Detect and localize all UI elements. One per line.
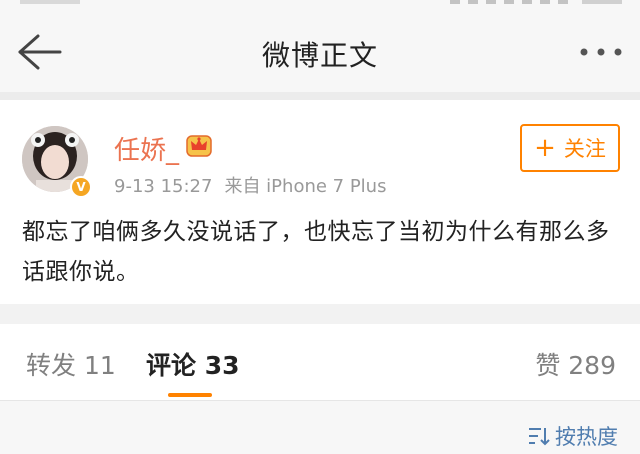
post-text: 都忘了咱俩多久没说话了，也快忘了当初为什么有那么多话跟你说。 [22, 219, 610, 285]
tab-comment[interactable]: 评论 33 [146, 346, 240, 382]
sort-icon [529, 428, 550, 446]
follow-label: 关注 [563, 137, 606, 161]
tab-comment-count: 33 [204, 351, 240, 380]
username[interactable]: 任娇_ [114, 130, 179, 167]
tab-like[interactable]: 赞 289 [535, 346, 616, 382]
sort-button[interactable]: 按热度 [527, 421, 618, 451]
sort-label: 按热度 [555, 425, 618, 449]
tab-repost-count: 11 [83, 351, 116, 380]
more-dots-icon [580, 48, 622, 56]
post-source: 来自 iPhone 7 Plus [224, 176, 387, 197]
page-title: 微博正文 [261, 39, 378, 72]
tab-comment-label: 评论 [146, 351, 197, 380]
nav-bar: 微博正文 [0, 10, 640, 92]
post-timestamp: 9-13 15:27 [114, 176, 213, 197]
follow-button[interactable]: + 关注 [520, 124, 620, 172]
status-signal-icons [450, 0, 570, 4]
vip-crown-icon [186, 135, 212, 157]
divider [0, 92, 640, 100]
tab-bar: 转发 11 评论 33 赞 289 [0, 324, 640, 400]
more-button[interactable] [578, 40, 624, 64]
status-time [20, 0, 80, 4]
sort-row: 按热度 [0, 401, 640, 454]
tab-repost-label: 转发 [26, 351, 77, 380]
verified-badge-icon: V [70, 176, 92, 198]
active-tab-indicator [168, 393, 212, 397]
divider [0, 304, 640, 324]
tab-repost[interactable]: 转发 11 [26, 346, 116, 382]
plus-icon: + [534, 133, 556, 163]
status-bar [0, 0, 640, 10]
status-battery [582, 0, 622, 4]
post-meta: 9-13 15:27 来自 iPhone 7 Plus [114, 172, 386, 198]
post-card: V 任娇_ 9-13 15:27 来自 iPhone 7 Plus + 关注 都忘… [0, 100, 640, 304]
tab-like-label: 赞 [535, 351, 561, 380]
tab-like-count: 289 [568, 351, 616, 380]
